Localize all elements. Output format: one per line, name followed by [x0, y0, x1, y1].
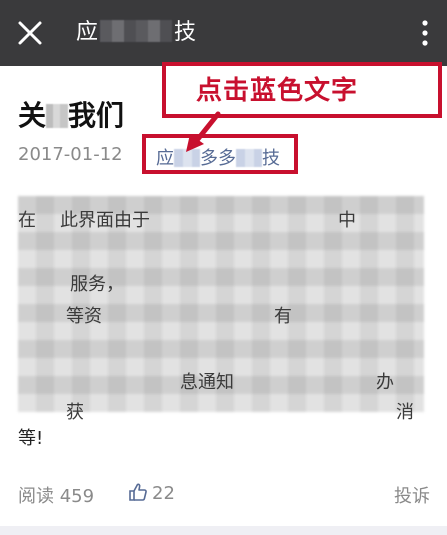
body-text-fragment: 等资 — [66, 306, 102, 327]
body-text-fragment: 息通知 — [180, 372, 234, 393]
redacted-text — [46, 104, 69, 128]
like-count: 22 — [152, 483, 175, 504]
body-text-fragment: 在 — [18, 210, 36, 231]
publish-date: 2017-01-12 — [18, 144, 123, 165]
read-count: 阅读 459 — [18, 482, 94, 508]
article-title: 关我们 — [18, 94, 124, 134]
page-title-end: 技 — [174, 20, 197, 45]
article-footer: 阅读 459 22 投诉 — [18, 482, 430, 508]
annotation-text: 点击蓝色文字 — [196, 76, 359, 106]
account-name-start: 应 — [156, 148, 174, 169]
like-button[interactable]: 22 — [128, 482, 175, 504]
body-text-fragment: 此界面由于 — [60, 210, 150, 231]
title-bar: 应技 — [0, 0, 447, 66]
page-title-start: 应 — [76, 20, 99, 45]
body-text-fragment: 消 — [396, 402, 414, 423]
body-text-fragment: 有 — [274, 306, 292, 327]
annotation-arrow-icon — [186, 111, 221, 152]
report-link[interactable]: 投诉 — [394, 482, 430, 508]
body-text-last-line: 等! — [18, 428, 44, 449]
close-icon[interactable] — [14, 17, 46, 49]
redacted-text — [100, 20, 173, 42]
body-text-fragment: 中 — [338, 210, 356, 231]
thumbs-up-icon — [129, 483, 147, 501]
body-text-fragment: 获 — [66, 402, 84, 423]
body-text-fragment: 服务， — [70, 274, 124, 295]
page-title: 应技 — [76, 17, 196, 49]
bottom-divider — [0, 526, 447, 535]
redacted-text — [236, 149, 262, 167]
read-count-value: 459 — [59, 486, 95, 507]
more-vertical-icon[interactable] — [415, 16, 435, 50]
article-title-end: 我们 — [68, 99, 125, 132]
account-name-end: 技 — [262, 148, 280, 169]
body-text-fragment: 办 — [376, 372, 394, 393]
article-title-start: 关 — [18, 99, 47, 132]
read-count-label: 阅读 — [18, 486, 54, 507]
